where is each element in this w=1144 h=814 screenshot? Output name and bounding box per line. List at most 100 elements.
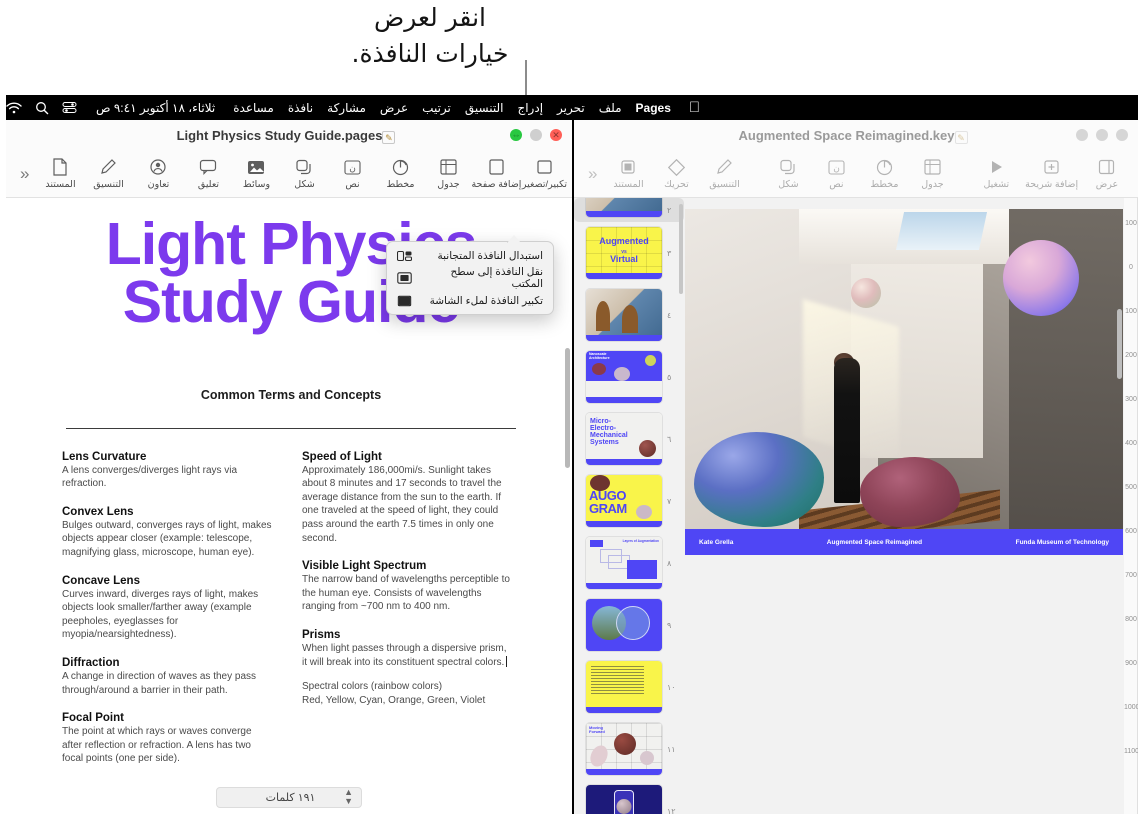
menu-item-pages[interactable]: Pages xyxy=(636,101,671,115)
toolbar-label-comment: تعليق xyxy=(197,178,220,190)
chart-icon xyxy=(392,158,409,177)
keynote-toolbar-button-chart[interactable]: مخطط xyxy=(861,156,907,192)
keynote-window-title: Augmented Space Reimagined.key xyxy=(738,127,955,143)
toolbar-button-document[interactable]: المستند xyxy=(37,156,83,192)
term-diffraction: Diffraction A change in direction of wav… xyxy=(62,657,274,697)
slide-number: ١٢ xyxy=(667,806,676,814)
menu-item-window[interactable]: نافذة xyxy=(288,101,313,115)
chevron-up-down-icon[interactable]: ▲ ▼ xyxy=(344,788,353,806)
keynote-minimize-button[interactable] xyxy=(1096,129,1108,141)
keynote-toolbar-button-text[interactable]: ن نص xyxy=(813,156,859,192)
slide-thumbnail-6[interactable]: ٦ Micro- Electro- Mechanical Systems xyxy=(574,408,684,470)
minimize-button[interactable] xyxy=(530,129,542,141)
keynote-close-button[interactable] xyxy=(1116,129,1128,141)
keynote-toolbar-button-table[interactable]: جدول xyxy=(909,156,955,192)
menu-item-edit[interactable]: تحرير xyxy=(557,101,585,115)
toolbar-button-text[interactable]: ن نص xyxy=(329,156,375,192)
term-body: The point at which rays or waves converg… xyxy=(62,726,252,765)
keynote-toolbar-label-format: التنسيق xyxy=(709,178,740,190)
keynote-toolbar-label-shape: شكل xyxy=(778,178,799,190)
menu-item-file[interactable]: ملف xyxy=(599,101,622,115)
slide-navigator[interactable]: ٢ ٣ Augmented vs Virtual ٤ ٥ Nanoscale A… xyxy=(574,198,684,814)
keynote-toolbar-button-view[interactable]: عرض xyxy=(1084,156,1130,192)
menu-item-insert[interactable]: إدراج xyxy=(517,101,543,115)
term-lens-curvature: Lens Curvature A lens converges/diverges… xyxy=(62,451,274,491)
menu-item-fill-screen[interactable]: تكبير النافذة لملء الشاشة xyxy=(387,292,553,309)
window-options-menu[interactable]: استبدال النافذة المتجانبة نقل النافذة إل… xyxy=(386,235,554,315)
keynote-canvas-scrollbar[interactable] xyxy=(1117,198,1122,814)
slide-thumbnail-image xyxy=(586,785,662,814)
toolbar-button-zoom[interactable]: تكبير/تصغير xyxy=(521,156,567,192)
slide-thumbnail-2[interactable]: ٢ xyxy=(574,198,684,222)
menu-item-replace-tiled-window[interactable]: استبدال النافذة المتجانبة xyxy=(387,247,553,264)
control-center-icon[interactable] xyxy=(62,101,77,114)
keynote-sidebar-collapse-icon[interactable]: « xyxy=(582,164,603,184)
menu-item-view[interactable]: عرض xyxy=(380,101,408,115)
toolbar-label-table: جدول xyxy=(437,178,460,190)
menu-item-label: نقل النافذة إلى سطح المكتب xyxy=(450,266,543,290)
menu-item-help[interactable]: مساعدة xyxy=(233,101,274,115)
toolbar-label-text: نص xyxy=(345,178,360,190)
toolbar-button-shape[interactable]: شكل xyxy=(281,156,327,192)
document-icon xyxy=(620,158,636,177)
keynote-canvas[interactable]: Kate Grella Augmented Space Reimagined F… xyxy=(684,198,1124,814)
pages-titlebar[interactable]: Light Physics Study Guide.pages ✎ ⇔ ✕ xyxy=(6,120,572,150)
toolbar-button-format[interactable]: التنسيق xyxy=(85,156,131,192)
toolbar-button-add-page[interactable]: إضافة صفحة xyxy=(471,156,521,192)
pages-vertical-scrollbar[interactable] xyxy=(565,348,570,468)
term-focal-point: Focal Point The point at which rays or w… xyxy=(62,712,274,766)
menu-item-share[interactable]: مشاركة xyxy=(327,101,366,115)
keynote-toolbar-button-animate[interactable]: تحريك xyxy=(653,156,699,192)
ruler-tick: 200 xyxy=(1125,352,1137,359)
keynote-toolbar-label-text: نص xyxy=(829,178,844,190)
search-icon[interactable] xyxy=(35,101,49,115)
text-icon: ن xyxy=(828,158,845,177)
close-button[interactable]: ✕ xyxy=(550,129,562,141)
slide-footer-bar: Kate Grella Augmented Space Reimagined F… xyxy=(685,529,1123,555)
keynote-toolbar-button-play[interactable]: تشغيل xyxy=(973,156,1019,192)
slide-thumbnail-9[interactable]: ٩ xyxy=(574,594,684,656)
callout-line-2: خيارات النافذة. xyxy=(351,39,509,69)
keynote-toolbar-button-shape[interactable]: شكل xyxy=(765,156,811,192)
keynote-document-status-icon[interactable]: ✎ xyxy=(954,130,968,144)
slide-thumbnail-7[interactable]: ٧ AUGO GRAM xyxy=(574,470,684,532)
sphere-large xyxy=(1003,240,1080,317)
sidebar-collapse-icon[interactable]: « xyxy=(14,164,35,184)
ruler-tick: 100 xyxy=(1125,220,1137,227)
slide-thumbnail-11[interactable]: ١١ Moving Forward xyxy=(574,718,684,780)
menu-item-format[interactable]: التنسيق xyxy=(465,101,504,115)
slide-thumbnail-4[interactable]: ٤ xyxy=(574,284,684,346)
document-status-icon[interactable]: ✎ xyxy=(382,130,396,144)
apple-menu-icon[interactable]:  xyxy=(685,100,704,115)
menu-bar-clock[interactable]: ثلاثاء، ١٨ أكتوبر ٩:٤١ ص xyxy=(90,101,215,115)
toolbar-button-chart[interactable]: مخطط xyxy=(377,156,423,192)
desktop-screen:  Pages ملف تحرير إدراج التنسيق ترتيب عر… xyxy=(6,95,1138,814)
keynote-toolbar-button-format[interactable]: التنسيق xyxy=(701,156,747,192)
keynote-titlebar[interactable]: Augmented Space Reimagined.key ✎ xyxy=(574,120,1138,150)
menu-item-arrange[interactable]: ترتيب xyxy=(422,101,451,115)
menu-bar-app-menus:  Pages ملف تحرير إدراج التنسيق ترتيب عر… xyxy=(233,100,704,115)
slide-thumbnail-3[interactable]: ٣ Augmented vs Virtual xyxy=(574,222,684,284)
toolbar-button-comment[interactable]: تعليق xyxy=(185,156,231,192)
slide-thumbnail-image xyxy=(586,198,662,217)
slide-thumbnail-12[interactable]: ١٢ xyxy=(574,780,684,814)
zoom-button[interactable]: ⇔ xyxy=(510,129,522,141)
slide-thumbnail-8[interactable]: ٨ Layers of Augmentation xyxy=(574,532,684,594)
navigator-scrollbar[interactable] xyxy=(679,204,683,294)
wifi-icon[interactable] xyxy=(6,101,22,114)
pages-traffic-lights: ⇔ ✕ xyxy=(510,129,562,141)
keynote-current-slide[interactable]: Kate Grella Augmented Space Reimagined F… xyxy=(685,209,1123,555)
slide-thumbnail-10[interactable]: ١٠ xyxy=(574,656,684,718)
slide-thumbnail-5[interactable]: ٥ Nanoscale Architecture xyxy=(574,346,684,408)
comment-icon xyxy=(199,158,217,177)
word-count-stepper[interactable]: ▲ ▼ ١٩١ كلمات xyxy=(216,786,362,808)
keynote-toolbar-button-add-slide[interactable]: إضافة شريحة xyxy=(1021,156,1082,192)
keynote-toolbar-button-document[interactable]: المستند xyxy=(605,156,651,192)
toolbar-button-table[interactable]: جدول xyxy=(425,156,471,192)
menu-item-move-window-to-desktop[interactable]: نقل النافذة إلى سطح المكتب xyxy=(387,264,553,292)
toolbar-button-media[interactable]: وسائط xyxy=(233,156,279,192)
toolbar-button-collaborate[interactable]: تعاون xyxy=(135,156,181,192)
keynote-zoom-button[interactable] xyxy=(1076,129,1088,141)
toolbar-label-document: المستند xyxy=(45,178,76,190)
format-icon xyxy=(715,158,733,177)
